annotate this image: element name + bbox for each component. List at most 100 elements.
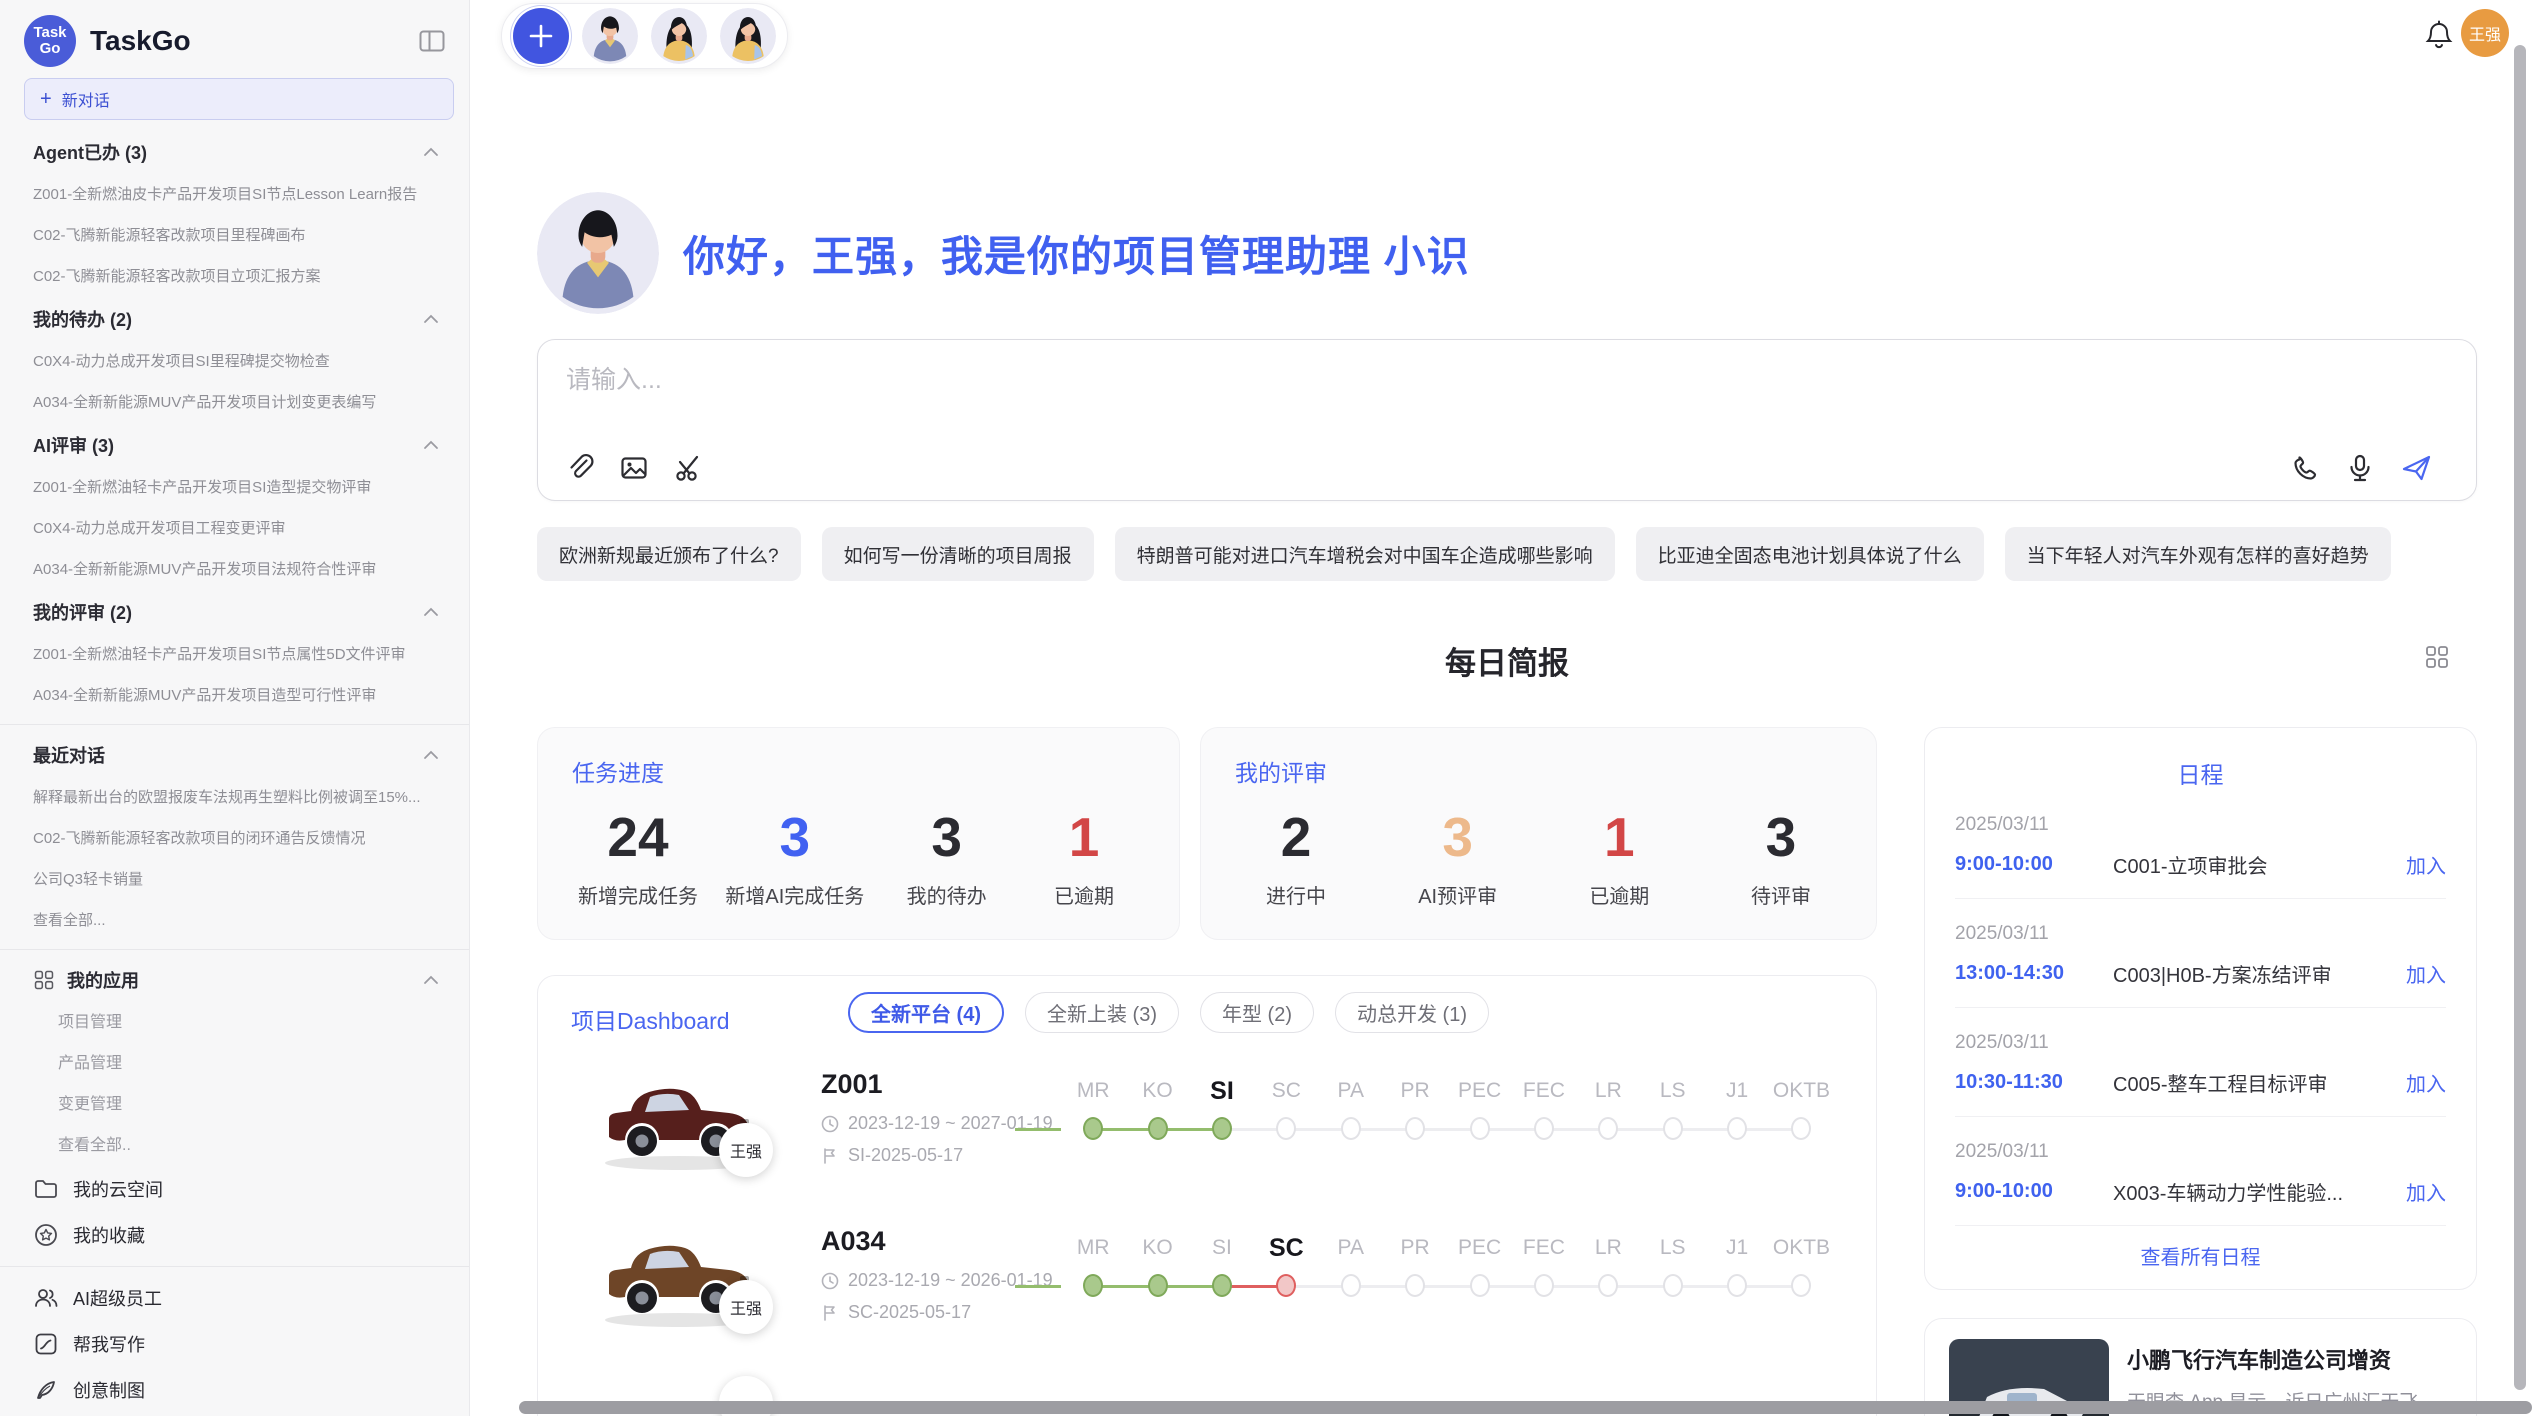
sidebar-section-header[interactable]: 我的评审 (2): [0, 590, 469, 634]
input-left-toolbar: [564, 452, 704, 484]
stat-value: 3: [725, 804, 864, 870]
sidebar-section-header[interactable]: 我的待办 (2): [0, 297, 469, 341]
milestone-dot: [1470, 1117, 1490, 1140]
event-join-link[interactable]: 加入: [2406, 1068, 2446, 1097]
section-title: 我的待办 (2): [33, 306, 132, 332]
suggestion-chip[interactable]: 比亚迪全固态电池计划具体说了什么: [1636, 527, 1984, 581]
new-chat-button[interactable]: + 新对话: [24, 78, 454, 120]
vertical-scrollbar[interactable]: [2514, 45, 2526, 1390]
sidebar-item[interactable]: A034-全新新能源MUV产品开发项目计划变更表编写: [0, 382, 469, 423]
project-row: 王强A0342023-12-19 ~ 2026-01-19SC-2025-05-…: [538, 1218, 1876, 1375]
view-all-schedule-link[interactable]: 查看所有日程: [1955, 1225, 2446, 1285]
project-flag-text: SI-2025-05-17: [848, 1145, 963, 1166]
stat-item: 1已逾期: [1029, 804, 1139, 909]
insert-image-button[interactable]: [618, 452, 650, 484]
project-owner-badge[interactable]: 王强: [719, 1123, 773, 1177]
sidebar-item-cloud-space[interactable]: 我的云空间: [0, 1166, 469, 1212]
sidebar-item[interactable]: A034-全新新能源MUV产品开发项目法规符合性评审: [0, 549, 469, 590]
milestone-label: PR: [1383, 1075, 1447, 1107]
recent-conversation-item[interactable]: C02-飞腾新能源轻客改款项目的闭环通告反馈情况: [0, 818, 469, 859]
stat-value: 1: [1564, 804, 1674, 870]
app-logo-line2: Go: [40, 41, 61, 57]
send-button[interactable]: [2400, 452, 2434, 484]
sidebar-recent-header[interactable]: 最近对话: [0, 733, 469, 777]
sidebar-item[interactable]: C02-飞腾新能源轻客改款项目里程碑画布: [0, 215, 469, 256]
chevron-up-icon: [423, 314, 439, 324]
help-me-write-label: 帮我写作: [73, 1331, 145, 1357]
avatar[interactable]: [720, 8, 776, 64]
sidebar-item[interactable]: C0X4-动力总成开发项目SI里程碑提交物检查: [0, 341, 469, 382]
task-progress-card: 任务进度 24新增完成任务3新增AI完成任务3我的待办1已逾期: [537, 727, 1180, 940]
sidebar-item-my-apps[interactable]: 我的应用: [0, 958, 469, 1002]
sidebar-section-header[interactable]: Agent已办 (3): [0, 130, 469, 174]
project-code[interactable]: Z001: [821, 1069, 883, 1100]
add-conversation-button[interactable]: [513, 8, 569, 64]
section-title: 我的评审 (2): [33, 599, 132, 625]
briefing-layout-button[interactable]: [2424, 644, 2450, 670]
sidebar-item[interactable]: Z001-全新燃油轻卡产品开发项目SI造型提交物评审: [0, 467, 469, 508]
suggestion-chip[interactable]: 当下年轻人对汽车外观有怎样的喜好趋势: [2005, 527, 2391, 581]
microphone-button[interactable]: [2344, 452, 2376, 484]
stat-value: 1: [1029, 804, 1139, 870]
milestone-label: FEC: [1512, 1075, 1576, 1107]
event-date: 2025/03/11: [1955, 1032, 2446, 1054]
screenshot-scissors-button[interactable]: [672, 452, 704, 484]
stat-label: 新增AI完成任务: [725, 880, 864, 909]
my-reviews-stats: 2进行中3AI预评审1已逾期3待评审: [1235, 788, 1842, 909]
project-owner-badge[interactable]: 王强: [719, 1280, 773, 1334]
milestone-node[interactable]: OKTB: [1769, 1218, 1833, 1297]
sidebar-item[interactable]: Z001-全新燃油轻卡产品开发项目SI节点属性5D文件评审: [0, 634, 469, 675]
attach-file-button[interactable]: [564, 452, 596, 484]
suggestion-chip[interactable]: 特朗普可能对进口汽车增税会对中国车企造成哪些影响: [1115, 527, 1615, 581]
recent-conversation-item[interactable]: 解释最新出台的欧盟报废车法规再生塑料比例被调至15%...: [0, 777, 469, 818]
stat-value: 3: [892, 804, 1002, 870]
stat-label: 待评审: [1726, 880, 1836, 909]
sidebar-body: Agent已办 (3)Z001-全新燃油皮卡产品开发项目SI节点Lesson L…: [0, 130, 469, 1413]
sidebar-item-help-me-write[interactable]: 帮我写作: [0, 1321, 469, 1367]
milestone-dot: [1534, 1274, 1554, 1297]
sidebar-collapse-button[interactable]: [417, 27, 447, 55]
suggestion-chip[interactable]: 如何写一份清晰的项目周报: [822, 527, 1094, 581]
sidebar-app-item[interactable]: 变更管理: [0, 1084, 469, 1125]
avatar[interactable]: [651, 8, 707, 64]
project-code[interactable]: A034: [821, 1226, 886, 1257]
sidebar-app-item[interactable]: 项目管理: [0, 1002, 469, 1043]
recent-conversation-item[interactable]: 公司Q3轻卡销量: [0, 859, 469, 900]
sidebar-item[interactable]: C02-飞腾新能源轻客改款项目立项汇报方案: [0, 256, 469, 297]
user-avatar[interactable]: 王强: [2461, 9, 2509, 57]
sidebar-app-item[interactable]: 查看全部..: [0, 1125, 469, 1166]
sidebar-section-header[interactable]: AI评审 (3): [0, 423, 469, 467]
recent-conversation-item[interactable]: 查看全部...: [0, 900, 469, 941]
event-time: 9:00-10:00: [1955, 1180, 2113, 1203]
suggestion-chip[interactable]: 欧洲新规最近颁布了什么?: [537, 527, 801, 581]
voice-call-button[interactable]: [2288, 452, 2320, 484]
sidebar-item[interactable]: Z001-全新燃油皮卡产品开发项目SI节点Lesson Learn报告: [0, 174, 469, 215]
project-dashboard-card: 项目Dashboard 全新平台 (4)全新上装 (3)年型 (2)动总开发 (…: [537, 975, 1877, 1416]
chat-input[interactable]: [566, 358, 1966, 402]
event-join-link[interactable]: 加入: [2406, 1177, 2446, 1206]
sidebar-recent-items: 解释最新出台的欧盟报废车法规再生塑料比例被调至15%...C02-飞腾新能源轻客…: [0, 777, 469, 941]
plus-icon: [528, 23, 554, 49]
sidebar-item[interactable]: C0X4-动力总成开发项目工程变更评审: [0, 508, 469, 549]
sidebar-app-item[interactable]: 产品管理: [0, 1043, 469, 1084]
stat-item: 2进行中: [1241, 804, 1351, 909]
sidebar-item[interactable]: A034-全新新能源MUV产品开发项目造型可行性评审: [0, 675, 469, 716]
sidebar-item-ai-super-staff[interactable]: AI超级员工: [0, 1275, 469, 1321]
milestone-dot: [1276, 1274, 1296, 1297]
chat-input-box: [537, 339, 2477, 501]
stat-item: 3AI预评审: [1403, 804, 1513, 909]
sidebar-item-favorites[interactable]: 我的收藏: [0, 1212, 469, 1258]
milestone-node[interactable]: OKTB: [1769, 1061, 1833, 1140]
sidebar-divider: [0, 724, 469, 725]
chevron-up-icon: [423, 440, 439, 450]
avatar[interactable]: [582, 8, 638, 64]
stat-label: 新增完成任务: [578, 880, 698, 909]
stat-value: 24: [578, 804, 698, 870]
event-join-link[interactable]: 加入: [2406, 850, 2446, 879]
notifications-bell-button[interactable]: [2424, 20, 2454, 52]
task-progress-stats: 24新增完成任务3新增AI完成任务3我的待办1已逾期: [572, 788, 1145, 909]
horizontal-scrollbar[interactable]: [519, 1401, 2532, 1414]
milestone-label: J1: [1705, 1232, 1769, 1264]
event-join-link[interactable]: 加入: [2406, 959, 2446, 988]
sidebar-item-creative-drawing[interactable]: 创意制图: [0, 1367, 469, 1413]
